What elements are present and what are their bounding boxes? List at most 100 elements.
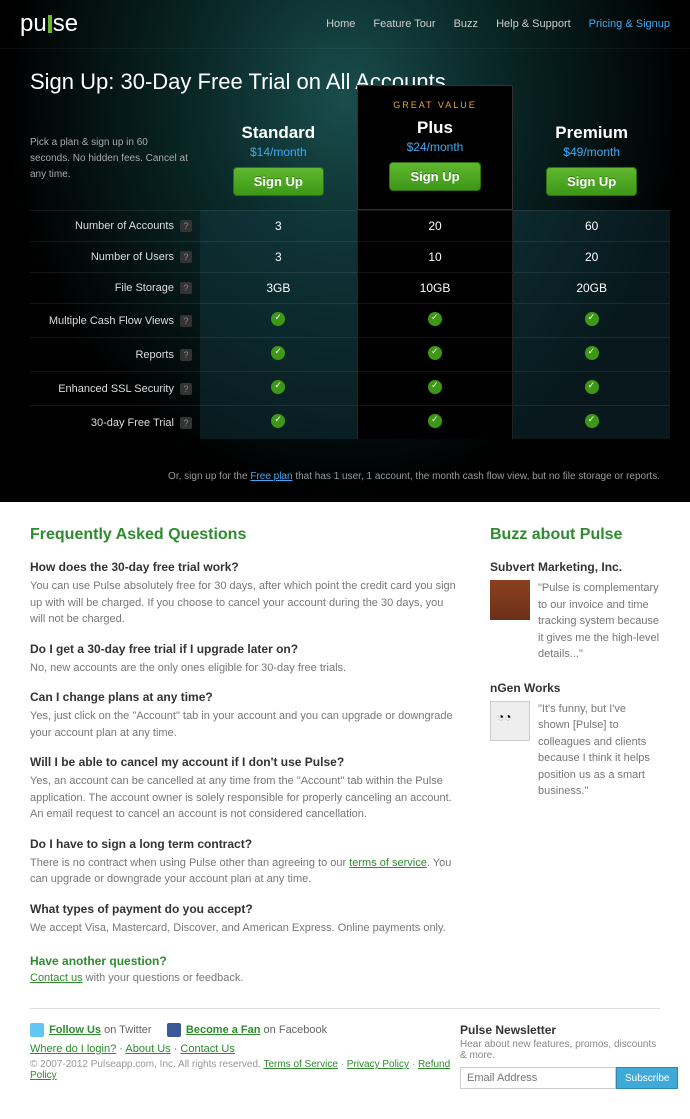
- nav-pricing-signup[interactable]: Pricing & Signup: [589, 18, 670, 30]
- login-link[interactable]: Where do I login?: [30, 1043, 116, 1055]
- plan-price: $24/month: [358, 140, 513, 154]
- check-icon: [428, 380, 442, 394]
- feature-cell: [200, 405, 357, 439]
- feature-cell: [513, 405, 670, 439]
- feature-cell: [357, 371, 514, 405]
- check-icon: [428, 312, 442, 326]
- faq-question: Do I get a 30-day free trial if I upgrad…: [30, 642, 460, 656]
- faq-question: Can I change plans at any time?: [30, 690, 460, 704]
- feature-row-label: Multiple Cash Flow Views?: [30, 303, 200, 337]
- feature-cell: [513, 371, 670, 405]
- newsletter-email-input[interactable]: [460, 1067, 616, 1089]
- signup-button-plus[interactable]: Sign Up: [389, 162, 480, 191]
- faq-answer: There is no contract when using Pulse ot…: [30, 855, 460, 888]
- copyright: © 2007-2012 Pulseapp.com, Inc. All right…: [30, 1059, 460, 1081]
- tos-link[interactable]: Terms of Service: [263, 1059, 337, 1070]
- signup-button-premium[interactable]: Sign Up: [546, 167, 637, 196]
- feature-cell: 60: [513, 210, 670, 241]
- feature-cell: 10: [357, 241, 514, 272]
- plan-name: Standard: [200, 123, 357, 143]
- buzz-heading: Buzz about Pulse: [490, 526, 660, 544]
- help-icon[interactable]: ?: [180, 417, 192, 429]
- newsletter-title: Pulse Newsletter: [460, 1023, 660, 1037]
- contact-us-link[interactable]: Contact us: [30, 972, 83, 984]
- faq-answer: You can use Pulse absolutely free for 30…: [30, 578, 460, 628]
- faq-question: What types of payment do you accept?: [30, 902, 460, 916]
- buzz-quote: "It's funny, but I've shown [Pulse] to c…: [538, 701, 660, 800]
- faq-answer: No, new accounts are the only ones eligi…: [30, 660, 460, 677]
- feature-cell: [200, 337, 357, 371]
- feature-row-label: File Storage?: [30, 272, 200, 303]
- feature-cell: 20: [357, 210, 514, 241]
- faq-question: Will I be able to cancel my account if I…: [30, 755, 460, 769]
- check-icon: [428, 414, 442, 428]
- signup-button-standard[interactable]: Sign Up: [233, 167, 324, 196]
- feature-cell: 20: [513, 241, 670, 272]
- avatar-icon: [490, 701, 530, 741]
- another-question-heading: Have another question?: [30, 954, 460, 968]
- feature-cell: [513, 303, 670, 337]
- plan-price: $14/month: [200, 145, 357, 159]
- feature-cell: [513, 337, 670, 371]
- plan-name: Premium: [513, 123, 670, 143]
- plan-head-premium: Premium $49/month Sign Up: [513, 105, 670, 210]
- nav-help-support[interactable]: Help & Support: [496, 18, 571, 30]
- logo-accent: [48, 15, 52, 33]
- logo[interactable]: puse: [20, 10, 78, 38]
- buzz-section: Buzz about Pulse Subvert Marketing, Inc.…: [490, 526, 660, 984]
- help-icon[interactable]: ?: [180, 315, 192, 327]
- feature-row-label: Number of Accounts?: [30, 210, 200, 241]
- feature-cell: 3GB: [200, 272, 357, 303]
- feature-cell: [200, 371, 357, 405]
- feature-cell: 20GB: [513, 272, 670, 303]
- faq-answer: Yes, just click on the "Account" tab in …: [30, 708, 460, 741]
- faq-inline-link[interactable]: terms of service: [349, 857, 427, 869]
- help-icon[interactable]: ?: [180, 349, 192, 361]
- newsletter: Pulse Newsletter Hear about new features…: [460, 1023, 660, 1089]
- follow-twitter-link[interactable]: Follow Us: [49, 1024, 101, 1036]
- social-links: Follow Us on Twitter Become a Fan on Fac…: [30, 1023, 460, 1037]
- page-title: Sign Up: 30-Day Free Trial on All Accoun…: [30, 69, 660, 95]
- feature-cell: [357, 303, 514, 337]
- free-plan-note: Or, sign up for the Free plan that has 1…: [0, 459, 690, 502]
- faq-question: How does the 30-day free trial work?: [30, 560, 460, 574]
- help-icon[interactable]: ?: [180, 251, 192, 263]
- nav-buzz[interactable]: Buzz: [454, 18, 478, 30]
- contact-link[interactable]: Contact Us: [180, 1043, 234, 1055]
- plan-head-plus: GREAT VALUE Plus $24/month Sign Up: [357, 85, 514, 210]
- check-icon: [585, 346, 599, 360]
- subscribe-button[interactable]: Subscribe: [616, 1067, 678, 1089]
- buzz-item: Subvert Marketing, Inc. "Pulse is comple…: [490, 560, 660, 663]
- check-icon: [428, 346, 442, 360]
- check-icon: [585, 380, 599, 394]
- become-fan-link[interactable]: Become a Fan: [186, 1024, 261, 1036]
- nav-home[interactable]: Home: [326, 18, 355, 30]
- feature-cell: [357, 405, 514, 439]
- free-plan-link[interactable]: Free plan: [250, 471, 292, 482]
- hero: Sign Up: 30-Day Free Trial on All Accoun…: [0, 49, 690, 105]
- privacy-link[interactable]: Privacy Policy: [347, 1059, 409, 1070]
- buzz-author: nGen Works: [490, 681, 660, 695]
- pick-plan-text: Pick a plan & sign up in 60 seconds. No …: [30, 105, 200, 210]
- plan-head-standard: Standard $14/month Sign Up: [200, 105, 357, 210]
- faq-section: Frequently Asked Questions How does the …: [30, 526, 460, 984]
- footer: Follow Us on Twitter Become a Fan on Fac…: [30, 1008, 660, 1119]
- plan-price: $49/month: [513, 145, 670, 159]
- buzz-quote: "Pulse is complementary to our invoice a…: [538, 580, 660, 663]
- feature-row-label: Reports?: [30, 337, 200, 371]
- footer-links: Where do I login? · About Us · Contact U…: [30, 1043, 460, 1055]
- help-icon[interactable]: ?: [180, 282, 192, 294]
- feature-cell: 3: [200, 210, 357, 241]
- faq-question: Do I have to sign a long term contract?: [30, 837, 460, 851]
- contact-line: Contact us with your questions or feedba…: [30, 972, 460, 984]
- about-link[interactable]: About Us: [125, 1043, 170, 1055]
- facebook-icon: [167, 1023, 181, 1037]
- feature-row-label: Number of Users?: [30, 241, 200, 272]
- check-icon: [271, 346, 285, 360]
- nav-feature-tour[interactable]: Feature Tour: [373, 18, 435, 30]
- help-icon[interactable]: ?: [180, 383, 192, 395]
- help-icon[interactable]: ?: [180, 220, 192, 232]
- plan-name: Plus: [358, 118, 513, 138]
- twitter-icon: [30, 1023, 44, 1037]
- feature-row-label: Enhanced SSL Security?: [30, 371, 200, 405]
